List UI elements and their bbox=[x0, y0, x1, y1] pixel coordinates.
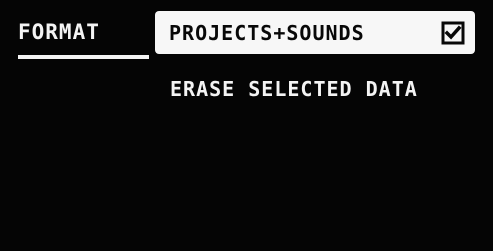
option-label: PROJECTS+SOUNDS bbox=[169, 21, 365, 45]
page-title: FORMAT bbox=[18, 20, 100, 44]
checkbox-checked-icon[interactable] bbox=[441, 21, 465, 45]
erase-description: ERASE SELECTED DATA bbox=[170, 77, 418, 101]
device-screen: FORMAT PROJECTS+SOUNDS ERASE SELECTED DA… bbox=[0, 0, 493, 251]
projects-sounds-option[interactable]: PROJECTS+SOUNDS bbox=[155, 11, 475, 54]
title-underline bbox=[18, 55, 149, 59]
